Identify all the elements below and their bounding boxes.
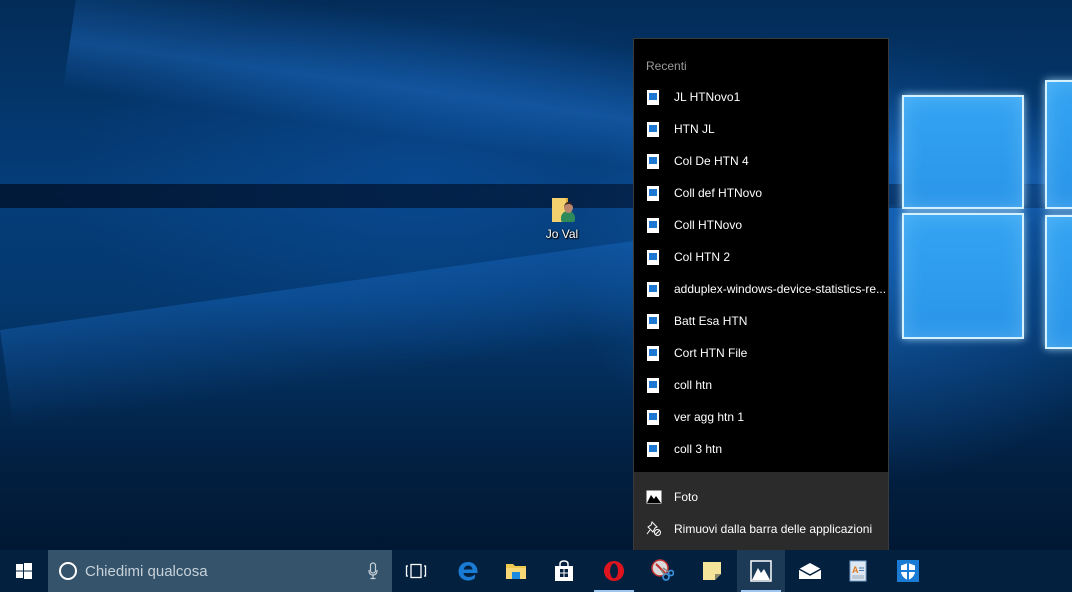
mail-icon bbox=[798, 563, 822, 579]
recent-item-label: coll 3 htn bbox=[674, 442, 723, 456]
store-icon bbox=[555, 560, 573, 581]
file-explorer-button[interactable] bbox=[492, 550, 540, 592]
store-button[interactable] bbox=[540, 550, 588, 592]
unpin-from-taskbar-button[interactable]: Rimuovi dalla barra delle applicazioni bbox=[634, 513, 888, 545]
recent-item[interactable]: Col De HTN 4 bbox=[634, 145, 888, 177]
recent-item[interactable]: Coll HTNovo bbox=[634, 209, 888, 241]
recent-item[interactable]: ver agg htn 1 bbox=[634, 401, 888, 433]
windows-defender-button[interactable] bbox=[884, 550, 932, 592]
recent-item-label: coll htn bbox=[674, 378, 713, 392]
image-file-icon bbox=[647, 281, 659, 297]
recent-item[interactable]: JL HTNovo1 bbox=[634, 81, 888, 113]
task-view-button[interactable] bbox=[392, 550, 440, 592]
recent-item-label: Cort HTN File bbox=[674, 346, 748, 360]
image-file-icon bbox=[647, 249, 659, 265]
opera-icon bbox=[604, 561, 624, 581]
search-box[interactable]: Chiedimi qualcosa bbox=[48, 550, 392, 592]
cortana-icon bbox=[59, 562, 77, 580]
desktop: Jo Val bbox=[0, 0, 1072, 550]
wallpaper-windows-logo bbox=[890, 55, 1072, 355]
recent-item[interactable]: adduplex-windows-device-statistics-re... bbox=[634, 273, 888, 305]
sticky-notes-button[interactable] bbox=[688, 550, 736, 592]
image-file-icon bbox=[647, 313, 659, 329]
recent-item-label: Coll HTNovo bbox=[674, 218, 743, 232]
mail-button[interactable] bbox=[786, 550, 834, 592]
recent-item-label: HTN JL bbox=[674, 122, 715, 136]
document-icon: A bbox=[849, 560, 867, 582]
image-file-icon bbox=[647, 217, 659, 233]
user-folder-icon bbox=[549, 196, 575, 224]
recent-item-label: JL HTNovo1 bbox=[674, 90, 741, 104]
desktop-icon-label: Jo Val bbox=[545, 227, 579, 241]
logo-pane bbox=[1045, 80, 1072, 209]
task-label: Rimuovi dalla barra delle applicazioni bbox=[674, 522, 873, 536]
recent-item[interactable]: coll 3 htn bbox=[634, 433, 888, 465]
search-placeholder: Chiedimi qualcosa bbox=[85, 562, 208, 580]
photos-icon bbox=[750, 560, 772, 582]
recent-item[interactable]: coll htn bbox=[634, 369, 888, 401]
logo-pane bbox=[902, 213, 1024, 339]
photos-icon bbox=[646, 489, 662, 505]
open-photos-button[interactable]: Foto bbox=[634, 481, 888, 513]
wordpad-button[interactable]: A bbox=[834, 550, 882, 592]
recent-item-label: ver agg htn 1 bbox=[674, 410, 745, 424]
windows-logo-icon bbox=[16, 563, 32, 579]
opera-button[interactable] bbox=[590, 550, 638, 592]
image-file-icon bbox=[647, 377, 659, 393]
recent-item[interactable]: Coll def HTNovo bbox=[634, 177, 888, 209]
microphone-icon[interactable] bbox=[368, 562, 378, 580]
start-button[interactable] bbox=[0, 550, 48, 592]
shield-icon bbox=[897, 560, 919, 582]
image-file-icon bbox=[647, 153, 659, 169]
sticky-note-icon bbox=[703, 562, 721, 580]
recent-item-label: Batt Esa HTN bbox=[674, 314, 748, 328]
jump-list: Recenti JL HTNovo1 HTN JL Col De HTN 4 C… bbox=[633, 38, 889, 550]
recent-item[interactable]: Cort HTN File bbox=[634, 337, 888, 369]
folder-icon bbox=[506, 564, 526, 579]
recent-item[interactable]: Batt Esa HTN bbox=[634, 305, 888, 337]
task-view-icon bbox=[405, 563, 427, 579]
desktop-icon-jo-val[interactable]: Jo Val bbox=[540, 196, 584, 241]
image-file-icon bbox=[647, 441, 659, 457]
snipping-tool-button[interactable] bbox=[638, 550, 686, 592]
unpin-icon bbox=[646, 521, 662, 537]
edge-button[interactable] bbox=[444, 550, 492, 592]
image-file-icon bbox=[647, 89, 659, 105]
logo-pane bbox=[1045, 215, 1072, 349]
edge-icon bbox=[458, 562, 478, 581]
logo-pane bbox=[902, 95, 1024, 209]
recent-item-label: Coll def HTNovo bbox=[674, 186, 763, 200]
recent-item-label: Col HTN 2 bbox=[674, 250, 731, 264]
svg-text:A: A bbox=[852, 565, 859, 575]
recent-item[interactable]: HTN JL bbox=[634, 113, 888, 145]
task-label: Foto bbox=[674, 490, 699, 504]
image-file-icon bbox=[647, 121, 659, 137]
image-file-icon bbox=[647, 345, 659, 361]
recent-item-label: adduplex-windows-device-statistics-re... bbox=[674, 282, 887, 296]
recent-list: JL HTNovo1 HTN JL Col De HTN 4 Coll def … bbox=[634, 81, 888, 465]
jump-list-tasks: Foto Rimuovi dalla barra delle applicazi… bbox=[634, 472, 888, 550]
scissors-icon bbox=[651, 559, 674, 581]
recent-item-label: Col De HTN 4 bbox=[674, 154, 749, 168]
image-file-icon bbox=[647, 409, 659, 425]
recent-item[interactable]: Col HTN 2 bbox=[634, 241, 888, 273]
photos-button[interactable] bbox=[737, 550, 785, 592]
image-file-icon bbox=[647, 185, 659, 201]
section-title-recent: Recenti bbox=[646, 59, 687, 73]
taskbar: Chiedimi qualcosa A bbox=[0, 550, 1072, 592]
